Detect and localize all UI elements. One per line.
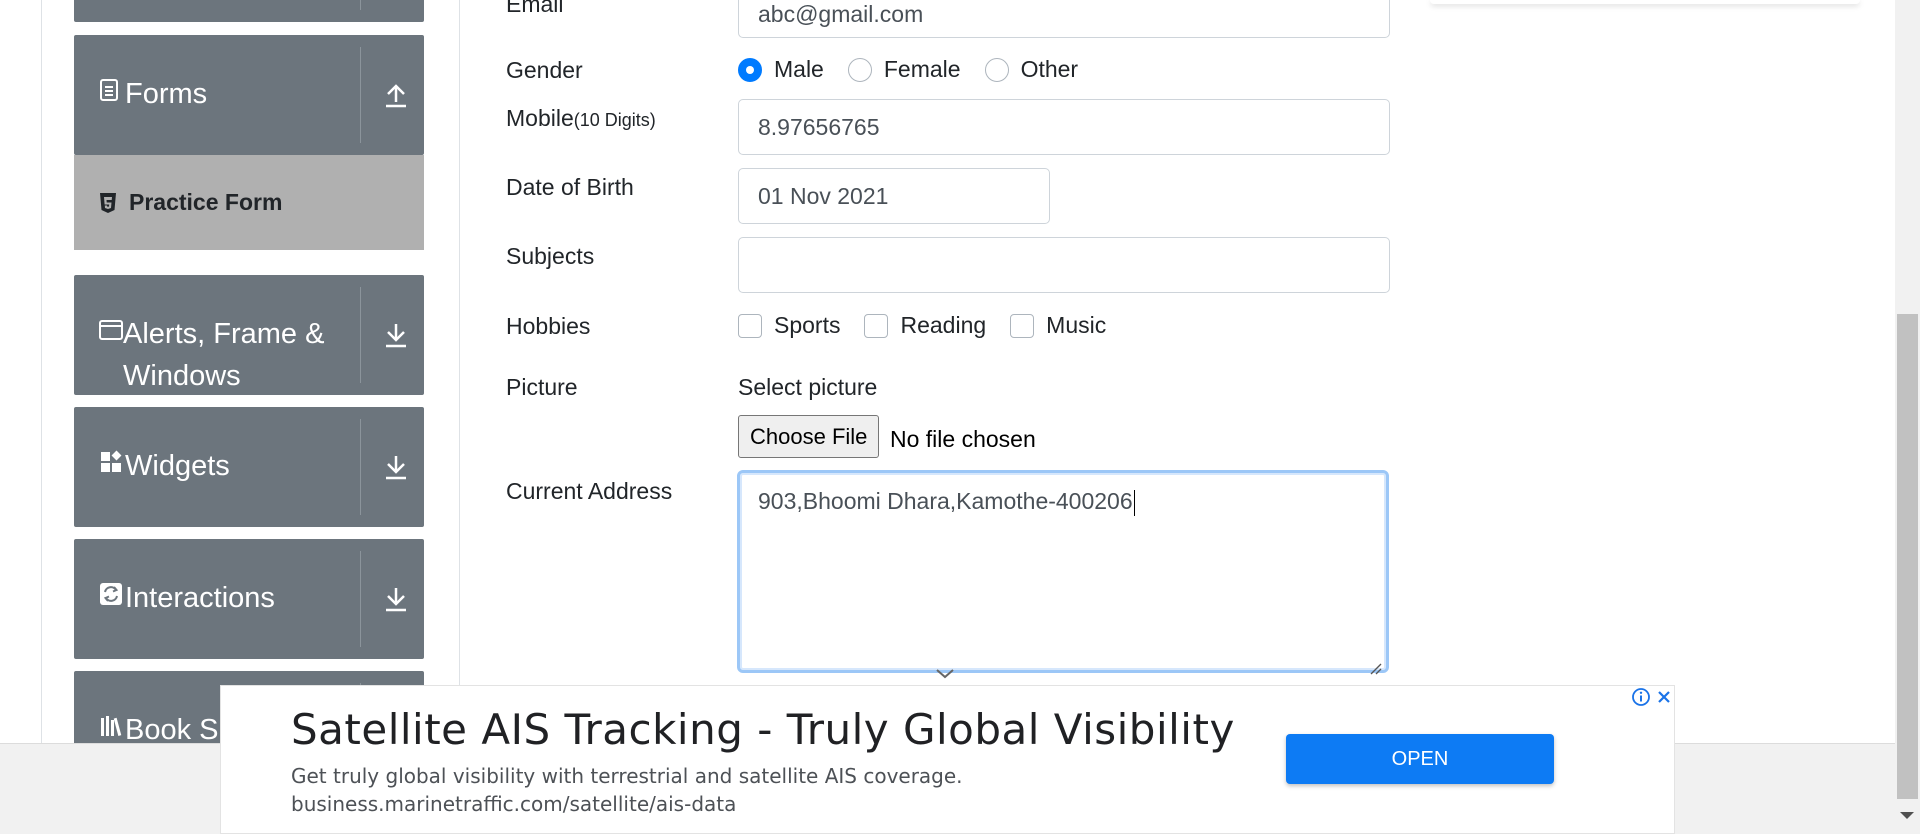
sidebar-group-widgets[interactable]: Widgets	[74, 407, 424, 527]
group-divider	[360, 551, 361, 647]
hobby-option-sports[interactable]: Sports	[738, 312, 840, 339]
resize-handle-icon[interactable]	[1370, 654, 1382, 675]
picture-label: Picture	[506, 374, 578, 400]
subjects-field[interactable]	[738, 237, 1390, 293]
radio-male[interactable]	[738, 57, 762, 82]
arrow-up-icon[interactable]	[382, 81, 410, 109]
gender-option-male[interactable]: Male	[738, 56, 824, 83]
email-label: Email	[506, 0, 564, 17]
checkbox-label: Sports	[774, 312, 841, 338]
scroll-down-icon[interactable]	[1900, 812, 1914, 819]
ad-banner[interactable]: Satellite AIS Tracking - Truly Global Vi…	[220, 685, 1675, 834]
address-text: 903,Bhoomi Dhara,Kamothe-400206	[758, 488, 1133, 514]
checkbox-label: Music	[1046, 312, 1107, 338]
scrollbar-thumb[interactable]	[1897, 314, 1918, 799]
picture-caption: Select picture	[738, 374, 878, 400]
group-divider	[360, 0, 361, 10]
hobbies-label: Hobbies	[506, 313, 591, 339]
file-status-text: No file chosen	[890, 426, 1036, 452]
arrow-down-icon[interactable]	[382, 453, 410, 481]
ad-collapse-chevron-icon[interactable]	[935, 667, 955, 679]
content-left-border	[459, 0, 460, 743]
current-address-textarea[interactable]: 903,Bhoomi Dhara,Kamothe-400206	[737, 470, 1389, 675]
radio-label: Male	[774, 56, 824, 82]
mobile-hint: (10 Digits)	[573, 110, 656, 130]
dob-field[interactable]: 01 Nov 2021	[738, 168, 1050, 224]
mobile-label-text: Mobile	[506, 105, 574, 131]
ad-description: Get truly global visibility with terrest…	[291, 764, 963, 788]
ad-open-button[interactable]: OPEN	[1286, 734, 1554, 784]
radio-label: Female	[883, 56, 961, 82]
sidebar-group-label: Widgets	[125, 450, 230, 482]
mobile-label: Mobile(10 Digits)	[506, 105, 656, 132]
gender-option-female[interactable]: Female	[847, 56, 961, 83]
document-icon	[99, 77, 125, 103]
hobbies-checkbox-group: Sports Reading Music	[738, 312, 1130, 339]
sidebar-group-label: Alerts, Frame & Windows	[123, 318, 325, 392]
gender-radio-group: Male Female Other	[738, 56, 1102, 83]
subjects-label: Subjects	[506, 243, 595, 269]
sidebar-group-forms[interactable]: Forms	[74, 35, 424, 155]
widgets-icon	[99, 449, 125, 475]
dob-label: Date of Birth	[506, 174, 634, 200]
sidebar-group-previous[interactable]	[74, 0, 424, 22]
choose-file-button[interactable]: Choose File	[738, 415, 880, 458]
html5-icon	[99, 191, 119, 215]
sidebar-group-interactions[interactable]: Interactions	[74, 539, 424, 659]
checkbox-sports[interactable]	[738, 313, 762, 338]
sidebar-group-label: Interactions	[125, 582, 275, 614]
hobby-option-music[interactable]: Music	[1010, 312, 1106, 339]
radio-female[interactable]	[847, 57, 872, 82]
group-divider	[360, 419, 361, 515]
sidebar-left-border	[41, 0, 42, 743]
sidebar-group-alerts[interactable]: Alerts, Frame & Windows	[74, 275, 424, 395]
group-divider	[360, 47, 361, 143]
gender-option-other[interactable]: Other	[984, 56, 1079, 83]
checkbox-reading[interactable]	[864, 313, 889, 338]
interactions-icon	[99, 581, 125, 607]
mobile-field[interactable]: 8.97656765	[738, 99, 1390, 155]
window-icon	[99, 317, 123, 343]
radio-other[interactable]	[984, 57, 1009, 82]
top-widget-shadow	[1430, 0, 1860, 4]
arrow-down-icon[interactable]	[382, 321, 410, 349]
checkbox-label: Reading	[900, 312, 987, 338]
sidebar-item-practice-form[interactable]: Practice Form	[74, 155, 424, 250]
ad-url[interactable]: business.marinetraffic.com/satellite/ais…	[291, 792, 736, 816]
group-divider	[360, 287, 361, 383]
text-caret	[1133, 489, 1135, 516]
arrow-down-icon[interactable]	[382, 585, 410, 613]
sidebar-item-label: Practice Form	[129, 189, 283, 215]
ad-close-icon[interactable]	[1653, 686, 1675, 708]
hobby-option-reading[interactable]: Reading	[864, 312, 986, 339]
gender-label: Gender	[506, 57, 583, 83]
book-icon	[99, 713, 125, 739]
address-label: Current Address	[506, 478, 673, 504]
sidebar-group-label: Forms	[125, 78, 208, 110]
ad-info-icon[interactable]	[1630, 686, 1652, 708]
checkbox-music[interactable]	[1010, 313, 1035, 338]
email-field[interactable]: abc@gmail.com	[738, 0, 1390, 38]
ad-headline[interactable]: Satellite AIS Tracking - Truly Global Vi…	[291, 705, 1235, 754]
radio-label: Other	[1020, 56, 1079, 82]
